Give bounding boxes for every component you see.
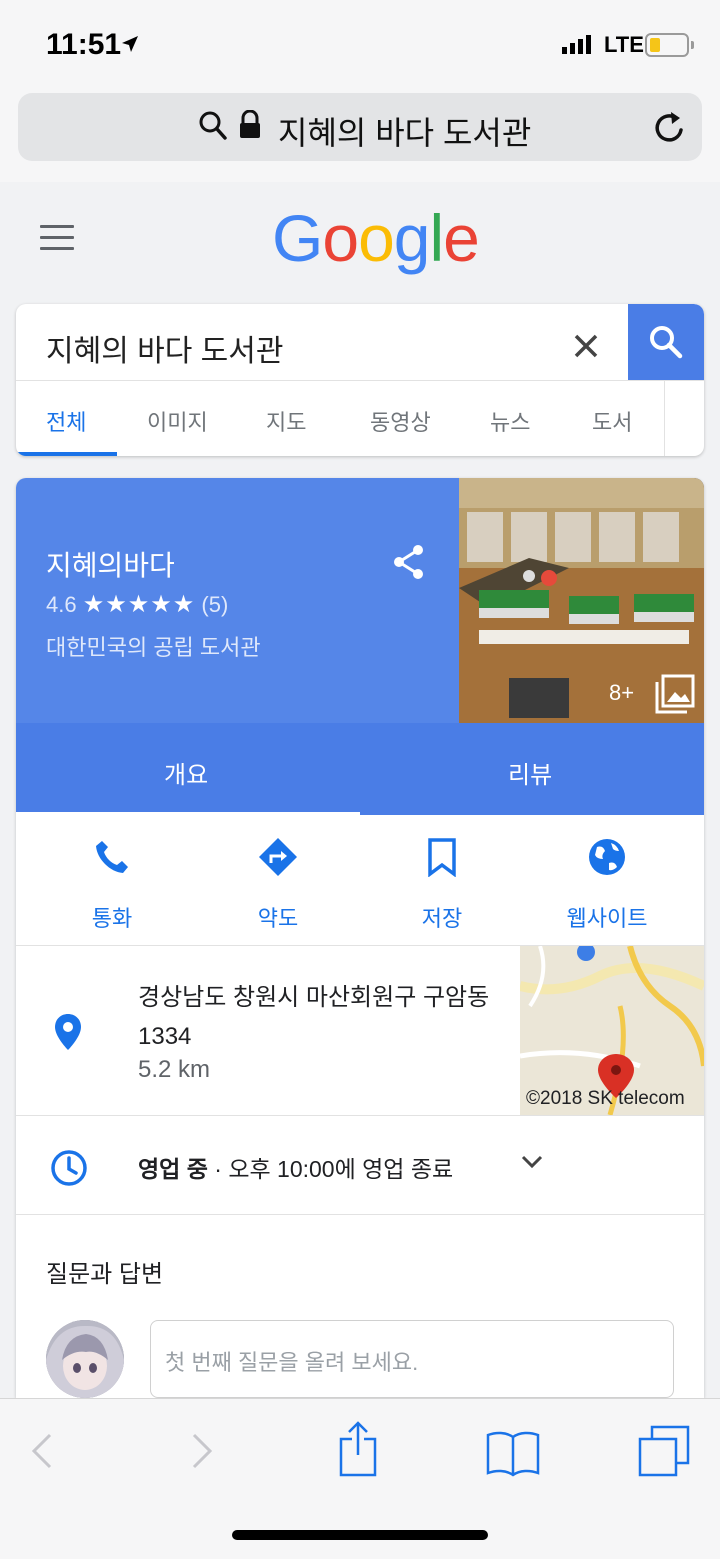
tabs-icon[interactable] [638, 1425, 690, 1477]
rating-value: 4.6 [46, 592, 77, 617]
logo-letter: e [443, 201, 480, 275]
phone-icon [96, 841, 128, 873]
action-row: 통화 약도 저장 웹사이트 [16, 815, 704, 946]
logo-letter: l [429, 201, 445, 275]
location-pin-icon [55, 1014, 81, 1050]
back-icon[interactable] [30, 1433, 54, 1469]
chevron-down-icon[interactable] [521, 1154, 543, 1170]
tab-maps[interactable]: 지도 [266, 405, 306, 437]
signal-icon [562, 35, 591, 54]
clock-icon [51, 1150, 87, 1186]
review-count[interactable]: (5) [201, 592, 228, 617]
tab-images[interactable]: 이미지 [147, 405, 208, 437]
clear-icon[interactable] [568, 324, 604, 364]
search-input[interactable]: 지혜의 바다 도서관 [46, 326, 283, 370]
share-icon[interactable] [338, 1421, 378, 1477]
action-label: 약도 [257, 906, 299, 931]
directions-icon [259, 838, 297, 876]
save-button[interactable]: 저장 [356, 815, 528, 945]
action-label: 저장 [421, 906, 463, 931]
action-label: 통화 [91, 906, 133, 931]
tab-all[interactable]: 전체 [46, 405, 86, 437]
map-credit: ©2018 SK telecom [526, 1088, 685, 1109]
globe-icon [589, 839, 625, 875]
google-logo[interactable]: Google [272, 200, 480, 276]
search-box: 지혜의 바다 도서관 전체 이미지 지도 동영상 뉴스 도서 [16, 304, 704, 456]
lock-icon [240, 110, 260, 138]
logo-letter: o [322, 201, 359, 275]
knowledge-panel: 지혜의바다 4.6 ★★★★★ (5) 대한민국의 공립 도서관 8+ 개요 리… [16, 478, 704, 1398]
battery-icon [645, 33, 694, 57]
logo-letter: g [393, 201, 431, 275]
network-label: LTE [604, 32, 644, 57]
location-arrow-icon [122, 36, 138, 52]
reload-icon[interactable] [650, 108, 688, 148]
forward-icon[interactable] [190, 1433, 214, 1469]
website-button[interactable]: 웹사이트 [521, 815, 693, 945]
place-name: 지혜의바다 [46, 550, 175, 581]
star-rating-icon: ★★★★★ [82, 591, 196, 618]
place-type: 대한민국의 공립 도서관 [46, 635, 261, 660]
action-label: 웹사이트 [566, 906, 648, 931]
panel-header: 지혜의바다 4.6 ★★★★★ (5) 대한민국의 공립 도서관 8+ [16, 478, 704, 723]
avatar [46, 1320, 124, 1398]
search-button[interactable] [628, 304, 704, 380]
divider [664, 381, 665, 456]
photo-count: 8+ [609, 680, 635, 705]
status-time: 11:51 [46, 28, 122, 61]
tab-overview[interactable]: 개요 [164, 755, 208, 790]
call-button[interactable]: 통화 [26, 815, 198, 945]
search-icon [199, 111, 227, 140]
menu-icon[interactable] [40, 225, 74, 258]
photo-gallery-icon [655, 674, 695, 714]
address-row[interactable]: 경상남도 창원시 마산회원구 구암동 1334 5.2 km ©2018 SK … [16, 946, 704, 1116]
logo-letter: o [358, 201, 395, 275]
panel-tabs: 개요 리뷰 [16, 723, 704, 815]
bookmark-icon [428, 838, 456, 877]
tab-books[interactable]: 도서 [592, 405, 632, 437]
search-icon [650, 326, 683, 359]
bookmarks-icon[interactable] [486, 1429, 540, 1477]
tab-videos[interactable]: 동영상 [370, 405, 431, 437]
url-text: 지혜의 바다 도서관 [278, 115, 532, 151]
qa-heading: 질문과 답변 [46, 1261, 164, 1288]
active-tab-indicator [16, 452, 117, 456]
share-icon[interactable] [392, 544, 426, 580]
logo-letter: G [272, 201, 323, 275]
tab-reviews[interactable]: 리뷰 [508, 755, 552, 790]
hours-detail: · 오후 10:00에 영업 종료 [207, 1156, 454, 1182]
opening-hours: 영업 중 · 오후 10:00에 영업 종료 [138, 1150, 453, 1184]
question-input[interactable]: 첫 번째 질문을 올려 보세요. [150, 1320, 674, 1398]
place-address: 경상남도 창원시 마산회원구 구암동 1334 [138, 984, 490, 1050]
tab-news[interactable]: 뉴스 [490, 405, 530, 437]
distance: 5.2 km [138, 1056, 211, 1083]
question-placeholder: 첫 번째 질문을 올려 보세요. [165, 1350, 419, 1375]
place-rating: 4.6 ★★★★★ (5) [46, 590, 228, 619]
directions-button[interactable]: 약도 [192, 815, 364, 945]
hours-row[interactable]: 영업 중 · 오후 10:00에 영업 종료 [16, 1116, 704, 1215]
home-indicator [232, 1530, 488, 1540]
search-tabs: 전체 이미지 지도 동영상 뉴스 도서 [16, 381, 666, 456]
hours-status: 영업 중 [138, 1156, 208, 1182]
map-thumbnail[interactable]: ©2018 SK telecom [520, 946, 704, 1115]
place-photo[interactable]: 8+ [459, 478, 704, 723]
